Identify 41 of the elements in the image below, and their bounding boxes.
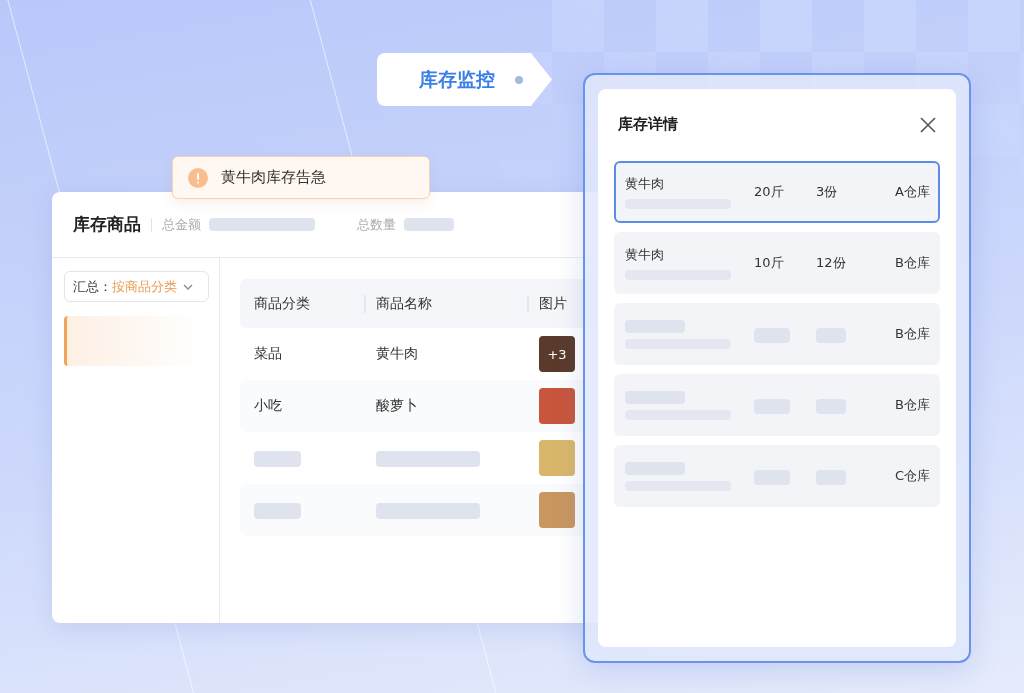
caret-icon [183, 283, 193, 290]
photo-placeholder [539, 492, 575, 528]
weight-value: 20斤 [754, 183, 785, 201]
count-value: 3份 [816, 183, 839, 201]
card-title: 库存商品 [73, 213, 141, 236]
table-cell-text: 菜品 [254, 345, 283, 363]
skeleton-bar [254, 450, 301, 467]
stock-row[interactable]: B仓库 [614, 303, 940, 365]
stock-row[interactable]: B仓库 [614, 374, 940, 436]
column-header: 图片 [539, 294, 568, 313]
column-header: 商品名称 [376, 294, 529, 313]
weight-value: 10斤 [754, 254, 785, 272]
stock-row[interactable]: 黄牛肉 10斤 12份 B仓库 [614, 232, 940, 294]
summary-label: 总数量 [357, 215, 396, 234]
summary-label: 总金额 [162, 215, 201, 234]
warehouse-label: C仓库 [894, 467, 930, 485]
alert-message: 黄牛肉库存告急 [221, 168, 326, 187]
skeleton-bar [254, 502, 301, 519]
warehouse-label: B仓库 [895, 325, 930, 343]
panel-title: 库存详情 [618, 115, 678, 134]
tag-label: 库存监控 [419, 66, 495, 92]
product-name: 黄牛肉 [625, 246, 665, 264]
product-name: 黄牛肉 [625, 175, 665, 193]
warehouse-label: B仓库 [895, 254, 930, 272]
photo-placeholder [539, 388, 575, 424]
stock-row[interactable]: 黄牛肉 20斤 3份 A仓库 [614, 161, 940, 223]
close-button[interactable] [920, 116, 936, 133]
warehouse-label: A仓库 [895, 183, 930, 201]
stock-row[interactable]: C仓库 [614, 445, 940, 507]
warehouse-label: B仓库 [895, 396, 930, 414]
column-header: 商品分类 [254, 294, 366, 313]
image-count: +3 [547, 346, 567, 362]
count-value: 12份 [816, 254, 847, 272]
dot-icon [515, 75, 523, 84]
group-by-dropdown[interactable]: 汇总：按商品分类 [64, 271, 209, 302]
table-cell-text: 酸萝卜 [376, 397, 419, 415]
warning-icon [188, 167, 208, 188]
table-cell-text: 小吃 [254, 397, 283, 415]
photo-placeholder [539, 440, 575, 476]
skeleton-bar [404, 218, 454, 231]
table-cell-text: 黄牛肉 [376, 345, 419, 363]
